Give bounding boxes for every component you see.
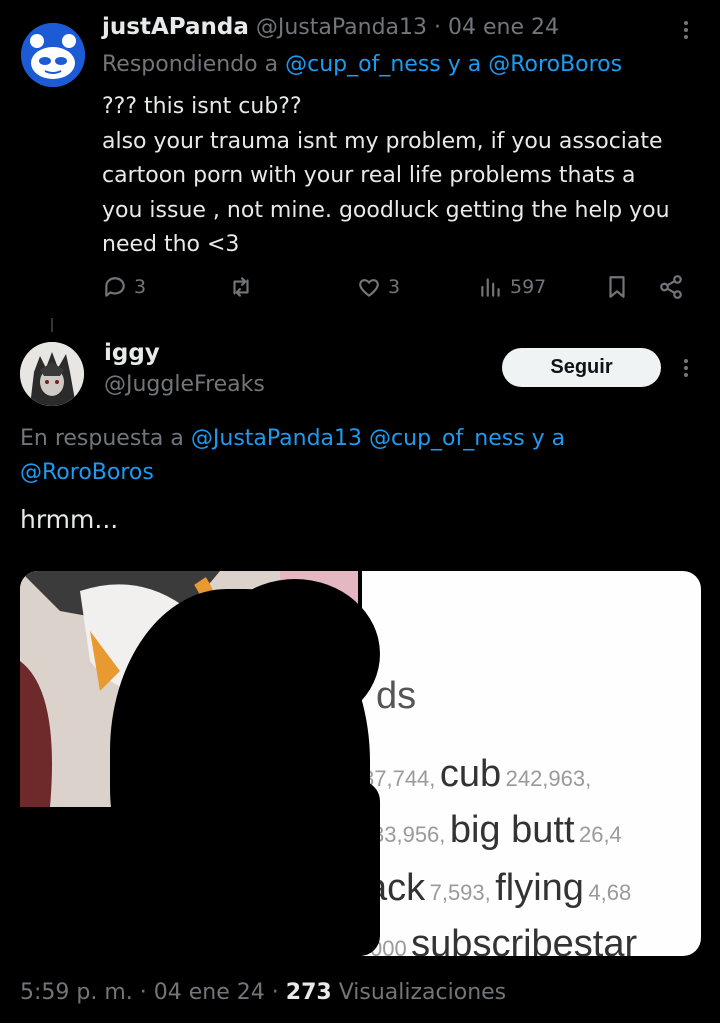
- tag-count: 7,593,: [429, 880, 491, 905]
- tag-count: 4,68: [588, 880, 632, 905]
- tag-row: ack 7,593, flying 4,68: [366, 867, 631, 910]
- reply-prefix: Respondiendo a: [102, 52, 279, 77]
- tweet-actions: 3 3 597: [102, 274, 720, 304]
- separator: ·: [271, 980, 279, 1005]
- mention-link[interactable]: @RoroBoros: [488, 52, 622, 77]
- follow-button[interactable]: Seguir: [502, 348, 661, 387]
- user-handle[interactable]: @JustaPanda13: [256, 15, 427, 40]
- tweet-text: ??? this isnt cub?? also your trauma isn…: [102, 90, 702, 263]
- tweet-text-line: cartoon porn with your real life problem…: [102, 163, 636, 188]
- mention-link[interactable]: @cup_of_ness: [369, 426, 525, 451]
- character-avatar-icon: [20, 342, 84, 406]
- tag-row: 000 subscribestar: [370, 923, 637, 956]
- display-name[interactable]: iggy: [104, 340, 160, 366]
- avatar-justapanda[interactable]: [21, 23, 85, 87]
- user-handle[interactable]: @JuggleFreaks: [104, 372, 265, 397]
- views-count: 597: [510, 276, 547, 298]
- panda-avatar-icon: [21, 23, 85, 87]
- redaction-scribble: [320, 781, 380, 956]
- tweet-text-line: also your trauma isnt my problem, if you…: [102, 128, 663, 154]
- tweet-text-line: you issue , not mine. goodluck getting t…: [102, 197, 670, 223]
- display-name[interactable]: justAPanda: [102, 14, 249, 40]
- tweet1-header: justAPanda @JustaPanda13 · 04 ene 24: [102, 14, 559, 40]
- views-chart-icon: [481, 278, 500, 297]
- thread-connector-line: [51, 318, 53, 332]
- views-count: 273: [285, 980, 332, 1005]
- media-image-tag-list[interactable]: ds 37,744, cub 242,963, 33,956, big butt…: [362, 571, 701, 956]
- tag-row: 33,956, big butt 26,4: [372, 809, 622, 852]
- bookmark-button[interactable]: [604, 274, 630, 300]
- views-button[interactable]: 597: [478, 274, 546, 300]
- replying-to: Respondiendo a @cup_of_ness y a @RoroBor…: [102, 52, 622, 77]
- tag-name: subscribestar: [411, 923, 638, 956]
- separator: ·: [139, 980, 147, 1005]
- share-icon: [660, 275, 682, 299]
- reply-connector: y a: [447, 52, 482, 77]
- more-options-icon[interactable]: [684, 18, 690, 42]
- tweet-text-line: need tho <3: [102, 232, 240, 257]
- mention-link[interactable]: @RoroBoros: [20, 460, 154, 485]
- mention-link[interactable]: @JustaPanda13: [191, 426, 362, 451]
- tag-row: 37,744, cub 242,963,: [362, 753, 591, 796]
- tag-heading: ds: [376, 675, 417, 717]
- redaction-scribble: [210, 579, 380, 729]
- heart-icon: [359, 279, 379, 297]
- tweet-time[interactable]: 5:59 p. m.: [20, 980, 133, 1005]
- share-button[interactable]: [658, 274, 684, 300]
- reply-connector: y a: [531, 426, 566, 451]
- reply-prefix: En respuesta a: [20, 426, 184, 451]
- repost-icon: [233, 277, 249, 297]
- reply-button[interactable]: 3: [102, 274, 146, 300]
- tweet-date[interactable]: 04 ene 24: [448, 15, 559, 40]
- tag-count: 26,4: [578, 822, 622, 847]
- tweet-text: hrmm...: [20, 505, 119, 534]
- like-button[interactable]: 3: [356, 274, 400, 300]
- separator: ·: [434, 15, 442, 40]
- tweet-media[interactable]: ds 37,744, cub 242,963, 33,956, big butt…: [20, 571, 701, 956]
- replying-to: En respuesta a @JustaPanda13 @cup_of_nes…: [20, 422, 660, 490]
- like-count: 3: [388, 276, 401, 298]
- avatar-iggy[interactable]: [20, 342, 84, 406]
- tag-count: 242,963,: [505, 766, 592, 791]
- tag-name: big butt: [449, 809, 575, 851]
- views-label: Visualizaciones: [338, 980, 507, 1005]
- tweet-footer-meta: 5:59 p. m. · 04 ene 24 · 273 Visualizaci…: [20, 980, 506, 1005]
- repost-button[interactable]: [228, 274, 254, 300]
- mention-link[interactable]: @cup_of_ness: [285, 52, 441, 77]
- reply-icon: [105, 277, 125, 297]
- reply-count: 3: [134, 276, 147, 298]
- bookmark-icon: [609, 276, 625, 298]
- tweet-date[interactable]: 04 ene 24: [154, 980, 265, 1005]
- tag-name: flying: [495, 867, 584, 909]
- tag-name: cub: [439, 753, 502, 795]
- more-options-icon[interactable]: [684, 356, 690, 380]
- tag-count: 33,956,: [372, 822, 446, 847]
- tweet-text-line: ??? this isnt cub??: [102, 94, 302, 119]
